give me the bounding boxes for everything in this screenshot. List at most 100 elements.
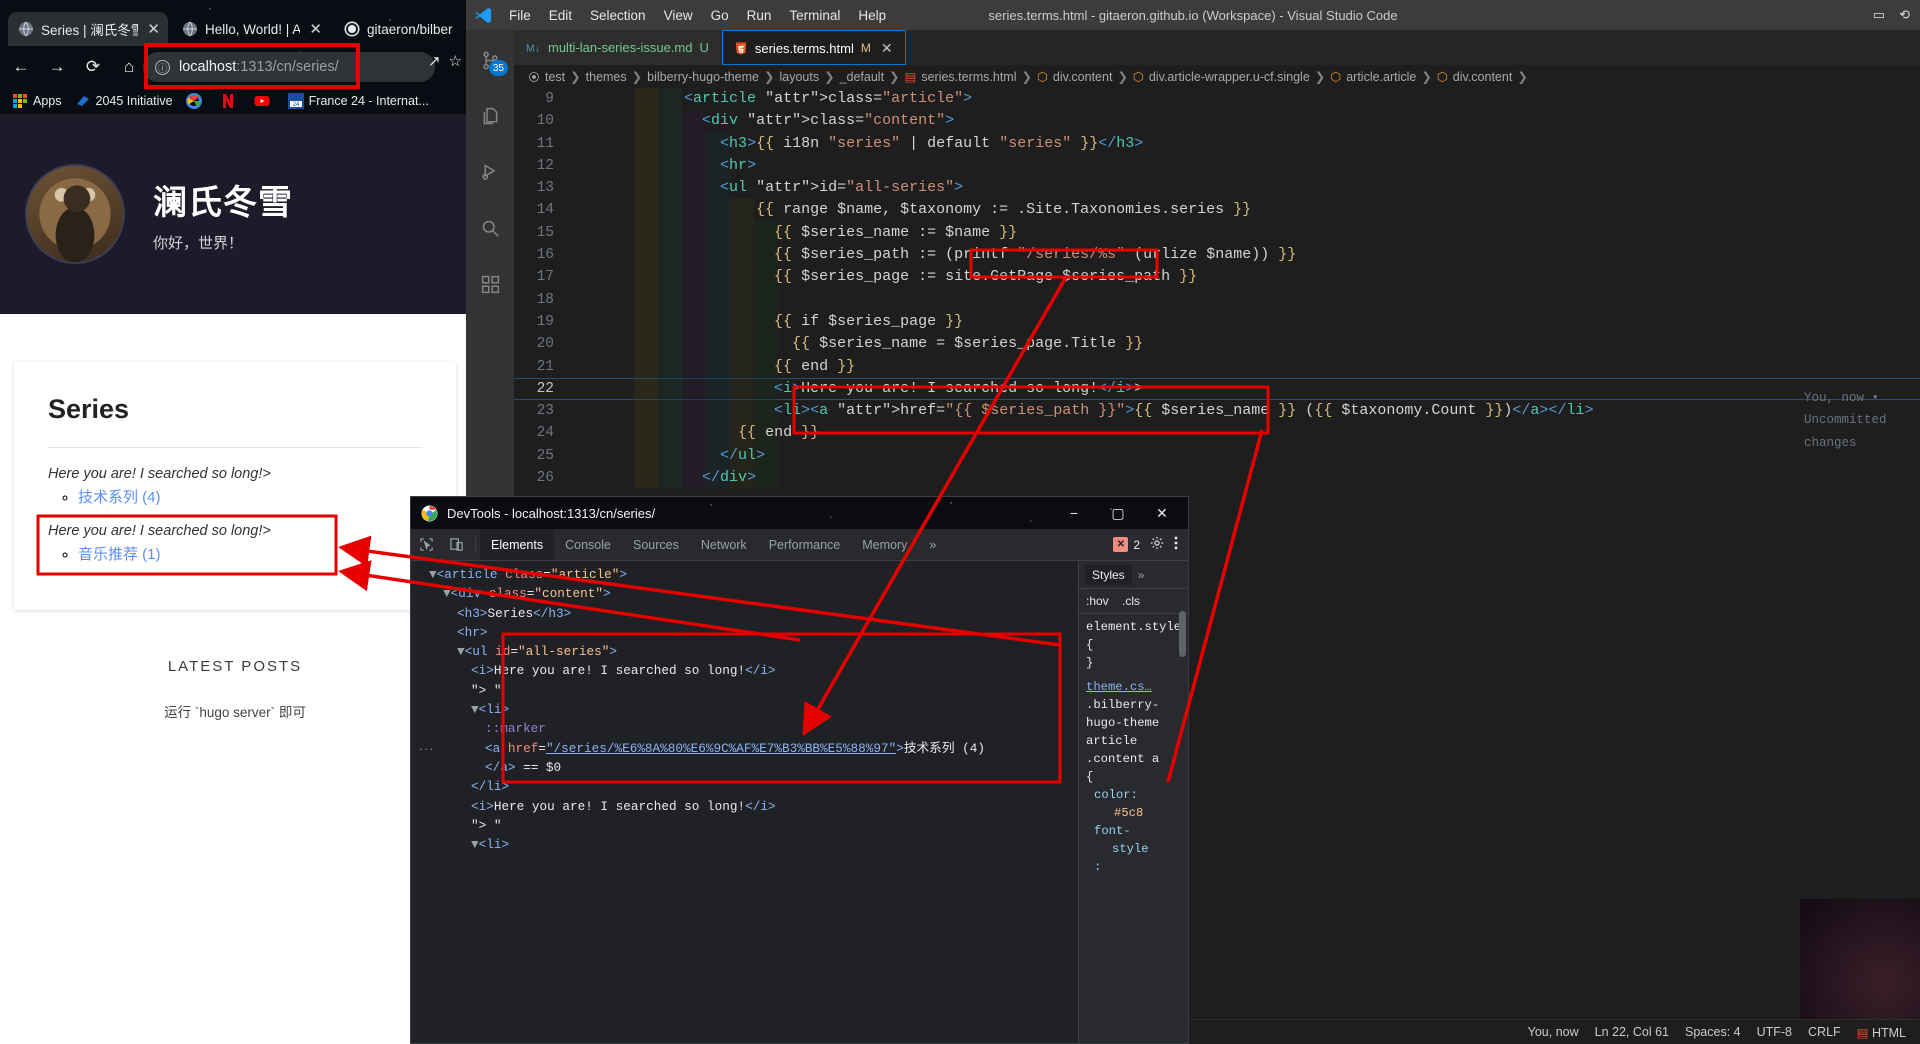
code-text[interactable]: </ul> [576,445,1920,467]
cls-toggle[interactable]: .cls [1122,594,1140,608]
close-button[interactable]: ✕ [1140,497,1184,529]
code-text[interactable]: <ul "attr">id="all-series"> [576,177,1920,199]
dom-overflow-ellipsis[interactable]: ... [419,739,435,753]
breadcrumb-item-themes[interactable]: themes [586,70,627,84]
inspect-element-icon[interactable] [411,529,441,560]
css-value-color[interactable]: #5c8 [1114,806,1143,820]
dom-node-row[interactable]: "> " [415,816,1078,835]
minimize-button[interactable]: − [1052,497,1096,529]
menu-run[interactable]: Run [738,4,781,27]
toggle-layout-icon[interactable]: ▭ [1873,7,1885,23]
tab-elements[interactable]: Elements [480,529,555,560]
code-line-20[interactable]: 20 {{ $series_name = $series_page.Title … [514,333,1920,355]
code-text[interactable]: <hr> [576,155,1920,177]
code-line-13[interactable]: 13 <ul "attr">id="all-series"> [514,177,1920,199]
tab-memory[interactable]: Memory [851,529,918,560]
home-button[interactable]: ⌂ [114,52,144,82]
code-line-23[interactable]: 23 <li><a "attr">href="{{ $series_path }… [514,400,1920,422]
menu-view[interactable]: View [655,4,702,27]
breadcrumb-item-default[interactable]: _default [840,70,884,84]
breadcrumb-item-layouts[interactable]: layouts [779,70,819,84]
styles-scrollbar[interactable] [1179,611,1186,657]
sidebar-item-explorer[interactable] [466,94,514,138]
sidebar-item-search[interactable] [466,206,514,250]
code-line-14[interactable]: 14 {{ range $name, $taxonomy := .Site.Ta… [514,199,1920,221]
code-text[interactable]: <article "attr">class="article"> [576,88,1920,110]
code-text[interactable]: <li><a "attr">href="{{ $series_path }}">… [576,400,1920,422]
reload-button[interactable]: ⟳ [78,52,108,82]
sidebar-item-source-control[interactable]: 35 [466,38,514,82]
bookmark-2045[interactable]: 2045 Initiative [75,93,173,109]
code-text[interactable]: {{ $series_page := site.GetPage $series_… [576,266,1920,288]
menu-go[interactable]: Go [702,4,738,27]
menu-file[interactable]: File [500,4,540,27]
code-text[interactable]: {{ end }} [576,356,1920,378]
code-line-22[interactable]: 22 <i>Here you are! I searched so long!<… [514,378,1920,400]
code-line-12[interactable]: 12 <hr> [514,155,1920,177]
dom-node-row[interactable]: </a> == $0 [415,758,1078,777]
code-lines[interactable]: 9 <article "attr">class="article"> 10 <di… [514,88,1920,489]
breadcrumb-item-file[interactable]: series.terms.html [921,70,1016,84]
menu-terminal[interactable]: Terminal [780,4,849,27]
maximize-button[interactable]: ▢ [1096,497,1140,529]
code-line-26[interactable]: 26 </div> [514,467,1920,489]
css-property-fontstyle-cont[interactable]: style [1112,842,1149,856]
dom-node-row[interactable]: <hr> [415,623,1078,642]
menu-selection[interactable]: Selection [581,4,655,27]
status-encoding[interactable]: UTF-8 [1757,1025,1792,1039]
code-text[interactable]: {{ if $series_page }} [576,311,1920,333]
breadcrumb-item-test[interactable]: test [545,70,565,84]
browser-tab-1[interactable]: Hello, World! | Aer ✕ [172,12,330,46]
tab-close-icon[interactable]: ✕ [309,20,322,38]
tab-performance[interactable]: Performance [758,529,852,560]
dom-node-row[interactable]: <a href="/series/%E6%8A%80%E6%9C%AF%E7%B… [415,739,1078,758]
share-icon[interactable]: ↗ [428,52,441,70]
tab-network[interactable]: Network [690,529,758,560]
tab-styles[interactable]: Styles [1085,564,1132,585]
code-line-11[interactable]: 11 <h3>{{ i18n "series" | default "serie… [514,133,1920,155]
editor-tab-close-icon[interactable]: ✕ [881,40,893,57]
status-language-mode[interactable]: ▤ HTML [1857,1025,1906,1040]
site-info-icon[interactable]: ⓘ [155,59,170,75]
status-cursor-position[interactable]: Ln 22, Col 61 [1595,1025,1669,1039]
style-source-link[interactable]: theme.cs… [1086,680,1152,694]
code-text[interactable]: {{ range $name, $taxonomy := .Site.Taxon… [576,199,1920,221]
code-text[interactable]: {{ $series_name = $series_page.Title }} [576,333,1920,355]
dom-node-row[interactable]: <i>Here you are! I searched so long!</i> [415,797,1078,816]
css-property-color[interactable]: color: [1094,788,1138,802]
series-link[interactable]: 技术系列 (4) [78,489,161,506]
code-text[interactable]: <i>Here you are! I searched so long!</i>… [576,378,1920,400]
sidebar-item-extensions[interactable] [466,262,514,306]
forward-button[interactable]: → [42,52,72,82]
code-line-19[interactable]: 19 {{ if $series_page }} [514,311,1920,333]
code-text[interactable]: <div "attr">class="content"> [576,110,1920,132]
dom-node-row[interactable]: ▼<div class="content"> [415,584,1078,603]
disclosure-triangle-icon[interactable]: ▼ [429,567,437,582]
dom-node-row[interactable]: "> " [415,681,1078,700]
code-text[interactable]: </div> [576,467,1920,489]
tab-close-icon[interactable]: ✕ [147,20,160,38]
status-indentation[interactable]: Spaces: 4 [1685,1025,1741,1039]
bookmark-star-icon[interactable]: ☆ [449,52,462,70]
address-bar[interactable]: ⓘ localhost:1313/cn/series/ [143,52,435,82]
bookmark-apps[interactable]: Apps [12,93,62,109]
code-text[interactable]: {{ $series_path := (printf "/series/%s" … [576,244,1920,266]
dom-node-row[interactable]: ▼<li> [415,700,1078,719]
css-property-fontstyle[interactable]: font- [1094,824,1131,838]
styles-rules[interactable]: element.style { } theme.cs… .bilberry- h… [1079,614,1188,880]
disclosure-triangle-icon[interactable]: ▼ [457,644,465,659]
dom-node-row[interactable]: <i>Here you are! I searched so long!</i> [415,661,1078,680]
bookmark-france24[interactable]: 24 France 24 - Internat... [287,93,429,109]
device-toolbar-icon[interactable] [441,529,471,560]
dom-node-row[interactable]: ▼<ul id="all-series"> [415,642,1078,661]
status-git-blame[interactable]: You, now [1528,1025,1579,1039]
code-line-21[interactable]: 21 {{ end }} [514,356,1920,378]
editor-tab-multi-lan-series-issue[interactable]: M↓ multi-lan-series-issue.md U [514,30,722,65]
kebab-menu-icon[interactable] [1174,536,1178,553]
code-line-15[interactable]: 15 {{ $series_name := $name }} [514,222,1920,244]
series-link[interactable]: 音乐推荐 (1) [78,546,161,563]
dom-node-row[interactable]: <h3>Series</h3> [415,604,1078,623]
status-eol[interactable]: CRLF [1808,1025,1841,1039]
bookmark-youtube[interactable] [254,93,275,109]
code-line-24[interactable]: 24 {{ end }} [514,422,1920,444]
